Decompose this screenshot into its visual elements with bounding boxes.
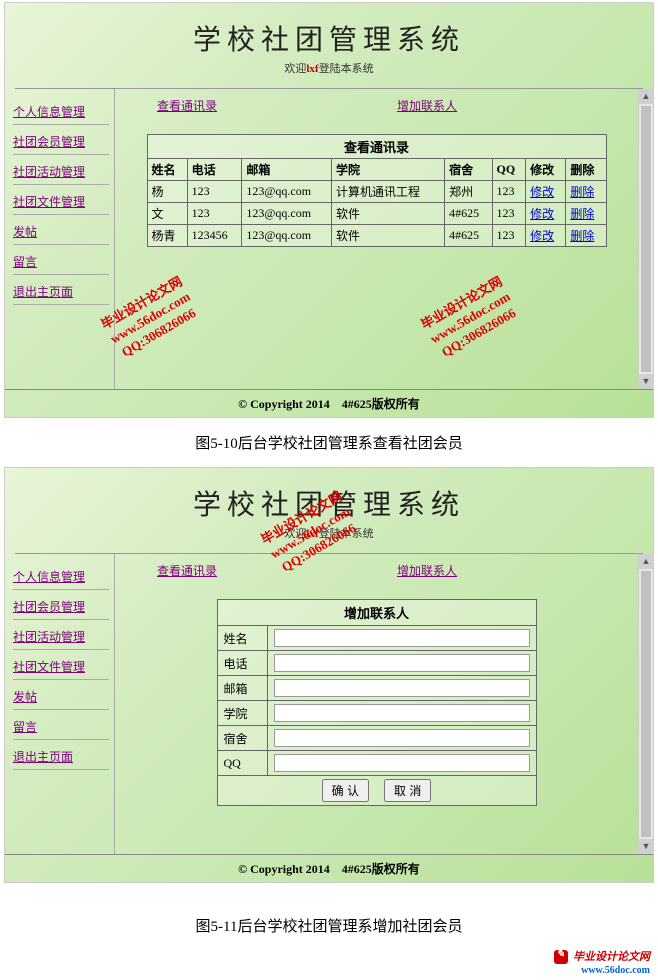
scroll-down-icon[interactable]: ▼ — [639, 839, 653, 854]
app-title: 学校社团管理系统 — [5, 483, 653, 523]
welcome-text: 欢迎lxf登陆本系统 — [5, 60, 653, 76]
scrollbar[interactable]: ▲ ▼ — [638, 554, 653, 854]
table-title: 查看通讯录 — [147, 135, 606, 159]
username: lxf — [306, 63, 318, 75]
tab-add[interactable]: 增加联系人 — [397, 97, 457, 114]
sidebar-item-activities[interactable]: 社团活动管理 — [13, 624, 109, 650]
sidebar-item-post[interactable]: 发帖 — [13, 684, 109, 710]
edit-link[interactable]: 修改 — [530, 207, 554, 221]
delete-link[interactable]: 删除 — [570, 207, 594, 221]
app-window-view: 学校社团管理系统 欢迎lxf登陆本系统 个人信息管理 社团会员管理 社团活动管理… — [4, 2, 654, 418]
content-area: 查看通讯录 增加联系人 增加联系人 姓名 电话 邮箱 学院 宿舍 QQ — [115, 554, 638, 854]
th-qq: QQ — [492, 159, 526, 181]
sidebar-item-profile[interactable]: 个人信息管理 — [13, 564, 109, 590]
scroll-down-icon[interactable]: ▼ — [639, 374, 653, 389]
th-phone: 电话 — [187, 159, 242, 181]
sidebar-item-exit[interactable]: 退出主页面 — [13, 744, 109, 770]
sidebar-item-files[interactable]: 社团文件管理 — [13, 189, 109, 215]
sidebar: 个人信息管理 社团会员管理 社团活动管理 社团文件管理 发帖 留言 退出主页面 — [5, 89, 115, 389]
sidebar: 个人信息管理 社团会员管理 社团活动管理 社团文件管理 发帖 留言 退出主页面 — [5, 554, 115, 854]
input-email[interactable] — [274, 679, 530, 697]
scrollbar[interactable]: ▲ ▼ — [638, 89, 653, 389]
scroll-up-icon[interactable]: ▲ — [639, 554, 653, 569]
sidebar-item-profile[interactable]: 个人信息管理 — [13, 99, 109, 125]
submit-button[interactable] — [322, 779, 369, 802]
label-phone: 电话 — [217, 651, 267, 676]
sidebar-item-exit[interactable]: 退出主页面 — [13, 279, 109, 305]
tabs: 查看通讯录 增加联系人 — [127, 562, 626, 589]
footer: © Copyright 2014 4#625版权所有 — [5, 389, 653, 417]
tab-add[interactable]: 增加联系人 — [397, 562, 457, 579]
app-window-add: 学校社团管理系统 欢迎lxf登陆本系统 个人信息管理 社团会员管理 社团活动管理… — [4, 467, 654, 883]
tabs: 查看通讯录 增加联系人 — [127, 97, 626, 124]
table-row: 文 123 123@qq.com 软件 4#625 123 修改 删除 — [147, 203, 606, 225]
label-name: 姓名 — [217, 626, 267, 651]
table-header-row: 姓名 电话 邮箱 学院 宿舍 QQ 修改 删除 — [147, 159, 606, 181]
cancel-button[interactable] — [384, 779, 431, 802]
table-row: 杨青 123456 123@qq.com 软件 4#625 123 修改 删除 — [147, 225, 606, 247]
label-email: 邮箱 — [217, 676, 267, 701]
content-area: 查看通讯录 增加联系人 查看通讯录 姓名 电话 邮箱 学院 宿舍 QQ 修改 删… — [115, 89, 638, 389]
th-del: 删除 — [566, 159, 606, 181]
th-edit: 修改 — [526, 159, 566, 181]
input-dorm[interactable] — [274, 729, 530, 747]
form-title: 增加联系人 — [217, 600, 536, 626]
figure-caption-1: 图5-10后台学校社团管理系查看社团会员 — [0, 420, 658, 465]
app-body: 个人信息管理 社团会员管理 社团活动管理 社团文件管理 发帖 留言 退出主页面 … — [5, 89, 653, 389]
edit-link[interactable]: 修改 — [530, 185, 554, 199]
sidebar-item-members[interactable]: 社团会员管理 — [13, 594, 109, 620]
th-email: 邮箱 — [242, 159, 332, 181]
welcome-text: 欢迎lxf登陆本系统 — [5, 525, 653, 541]
input-phone[interactable] — [274, 654, 530, 672]
input-name[interactable] — [274, 629, 530, 647]
app-body: 个人信息管理 社团会员管理 社团活动管理 社团文件管理 发帖 留言 退出主页面 … — [5, 554, 653, 854]
sidebar-item-message[interactable]: 留言 — [13, 714, 109, 740]
delete-link[interactable]: 删除 — [570, 185, 594, 199]
app-header: 学校社团管理系统 欢迎lxf登陆本系统 — [5, 3, 653, 84]
label-qq: QQ — [217, 751, 267, 776]
sidebar-item-members[interactable]: 社团会员管理 — [13, 129, 109, 155]
site-logo: 毕业设计论文网 www.56doc.com — [0, 948, 658, 980]
scroll-thumb[interactable] — [641, 106, 651, 372]
delete-link[interactable]: 删除 — [570, 229, 594, 243]
add-contact-form: 增加联系人 姓名 电话 邮箱 学院 宿舍 QQ — [217, 599, 537, 806]
contacts-table: 查看通讯录 姓名 电话 邮箱 学院 宿舍 QQ 修改 删除 杨 123 123@… — [147, 134, 607, 247]
label-college: 学院 — [217, 701, 267, 726]
scroll-up-icon[interactable]: ▲ — [639, 89, 653, 104]
footer: © Copyright 2014 4#625版权所有 — [5, 854, 653, 882]
username: lxf — [306, 528, 318, 540]
app-title: 学校社团管理系统 — [5, 18, 653, 58]
scroll-thumb[interactable] — [641, 571, 651, 837]
sidebar-item-activities[interactable]: 社团活动管理 — [13, 159, 109, 185]
sidebar-item-files[interactable]: 社团文件管理 — [13, 654, 109, 680]
th-college: 学院 — [332, 159, 445, 181]
figure-caption-2: 图5-11后台学校社团管理系增加社团会员 — [0, 885, 658, 948]
th-name: 姓名 — [147, 159, 187, 181]
app-header: 学校社团管理系统 欢迎lxf登陆本系统 — [5, 468, 653, 549]
input-college[interactable] — [274, 704, 530, 722]
label-dorm: 宿舍 — [217, 726, 267, 751]
th-dorm: 宿舍 — [445, 159, 492, 181]
sidebar-item-message[interactable]: 留言 — [13, 249, 109, 275]
sidebar-item-post[interactable]: 发帖 — [13, 219, 109, 245]
input-qq[interactable] — [274, 754, 530, 772]
tab-view[interactable]: 查看通讯录 — [157, 562, 217, 579]
edit-link[interactable]: 修改 — [530, 229, 554, 243]
tab-view[interactable]: 查看通讯录 — [157, 97, 217, 114]
logo-icon — [554, 950, 568, 964]
table-row: 杨 123 123@qq.com 计算机通讯工程 郑州 123 修改 删除 — [147, 181, 606, 203]
